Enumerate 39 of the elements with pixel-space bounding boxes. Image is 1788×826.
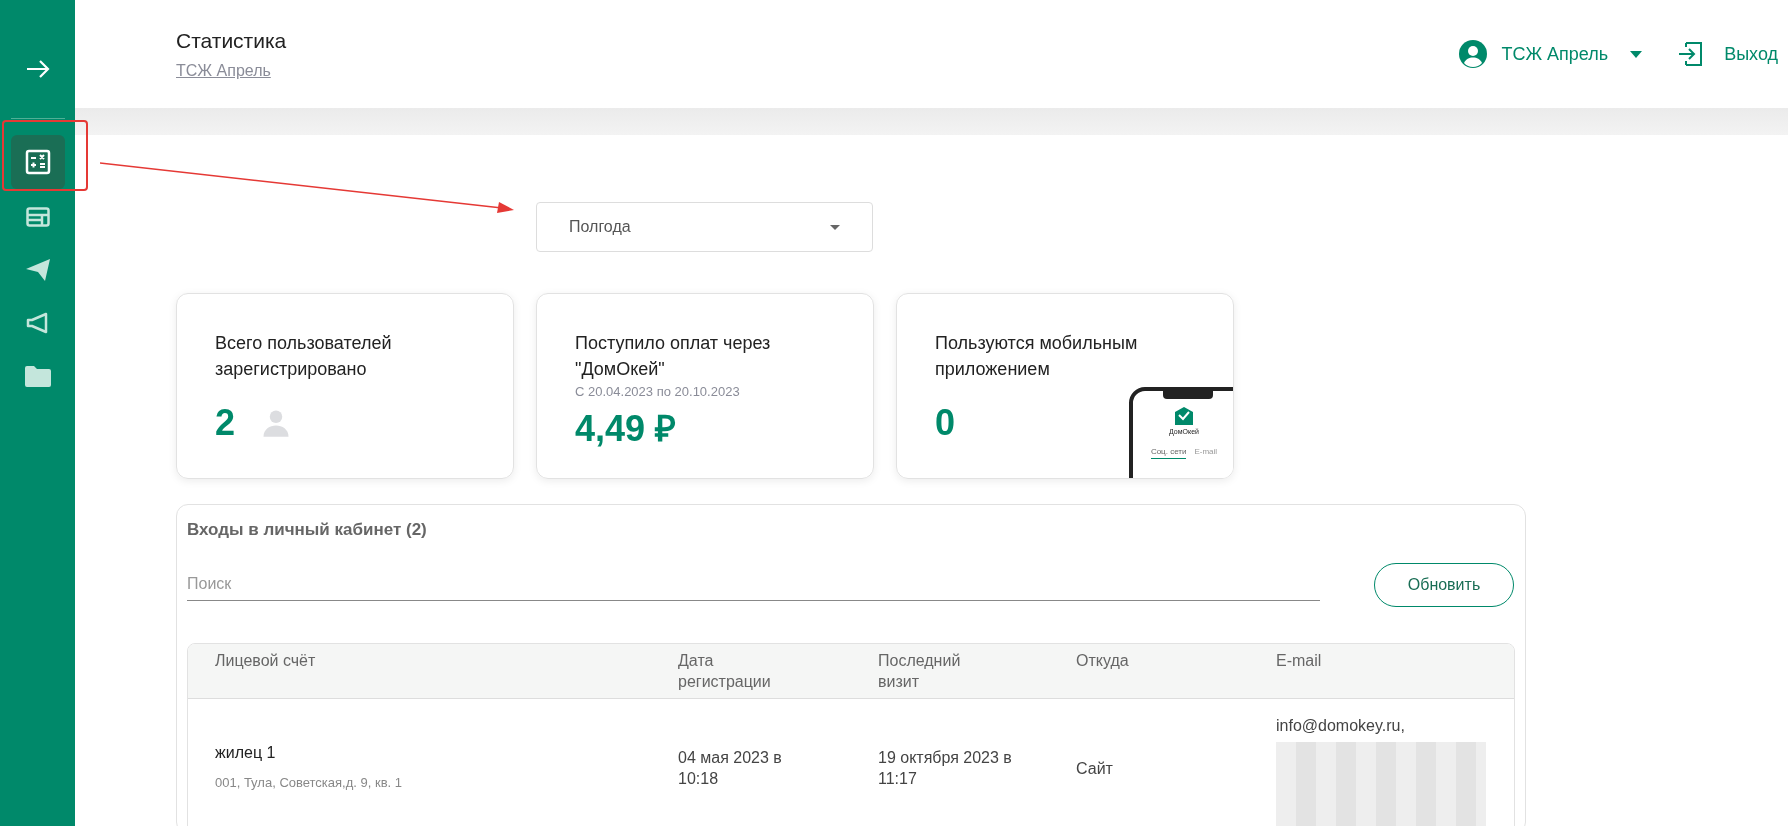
megaphone-icon — [25, 311, 50, 334]
card-title: Пользуются мобильным приложением — [935, 332, 1139, 381]
table-cell-text: Сайт — [1076, 758, 1114, 779]
column-header: Откуда — [1076, 650, 1130, 671]
folder-icon — [24, 364, 51, 387]
caret-icon — [1630, 50, 1643, 58]
email-text: info@domokey.ru, — [1276, 715, 1406, 736]
logout-button[interactable]: Выход — [1678, 40, 1778, 68]
column-header: Последний визит — [878, 650, 962, 692]
user-menu[interactable]: ТСЖ Апрель — [1459, 40, 1643, 68]
page-title: Статистика — [176, 27, 287, 54]
column-header: Лицевой счёт — [214, 650, 317, 671]
organization-link[interactable]: ТСЖ Апрель — [176, 59, 287, 84]
table-cell-text: 04 мая 2023 в 10:18 — [678, 747, 783, 789]
table-cell-text: жилец 1 — [215, 742, 277, 763]
period-dropdown[interactable]: Полгода — [536, 202, 873, 252]
calculator-icon — [24, 149, 51, 175]
search-field[interactable]: Поиск — [187, 568, 1320, 601]
panel-title: Входы в личный кабинет (2) — [187, 519, 428, 541]
user-avatar-icon — [1459, 40, 1488, 68]
stat-value: 2 — [215, 401, 236, 445]
stat-value: 4,49 ₽ — [575, 406, 677, 451]
date-range: С 20.04.2023 по 20.10.2023 — [575, 383, 741, 401]
phone-tab-label: Соц. сети — [1150, 445, 1187, 459]
address-text: 001, Тула, Советская,д. 9, кв. 1 — [215, 773, 404, 792]
logo-icon — [1175, 407, 1193, 425]
stat-value: 0 — [935, 401, 956, 445]
column-header: E-mail — [1276, 650, 1323, 671]
phone-notch — [1163, 391, 1213, 399]
caret-icon — [830, 224, 840, 230]
layout-icon — [25, 206, 50, 227]
card-title: Всего пользователей зарегистрировано — [215, 332, 393, 381]
table-cell-text: 19 октября 2023 в 11:17 — [878, 747, 1013, 789]
card-title: Поступило оплат через "ДомОкей" — [575, 332, 772, 381]
phone-tab-label: E-mail — [1194, 445, 1218, 458]
sidebar-item[interactable] — [10, 135, 65, 189]
send-icon — [24, 257, 51, 282]
expand-arrow-icon[interactable] — [25, 60, 50, 78]
column-header: Дата регистрации — [678, 650, 772, 692]
